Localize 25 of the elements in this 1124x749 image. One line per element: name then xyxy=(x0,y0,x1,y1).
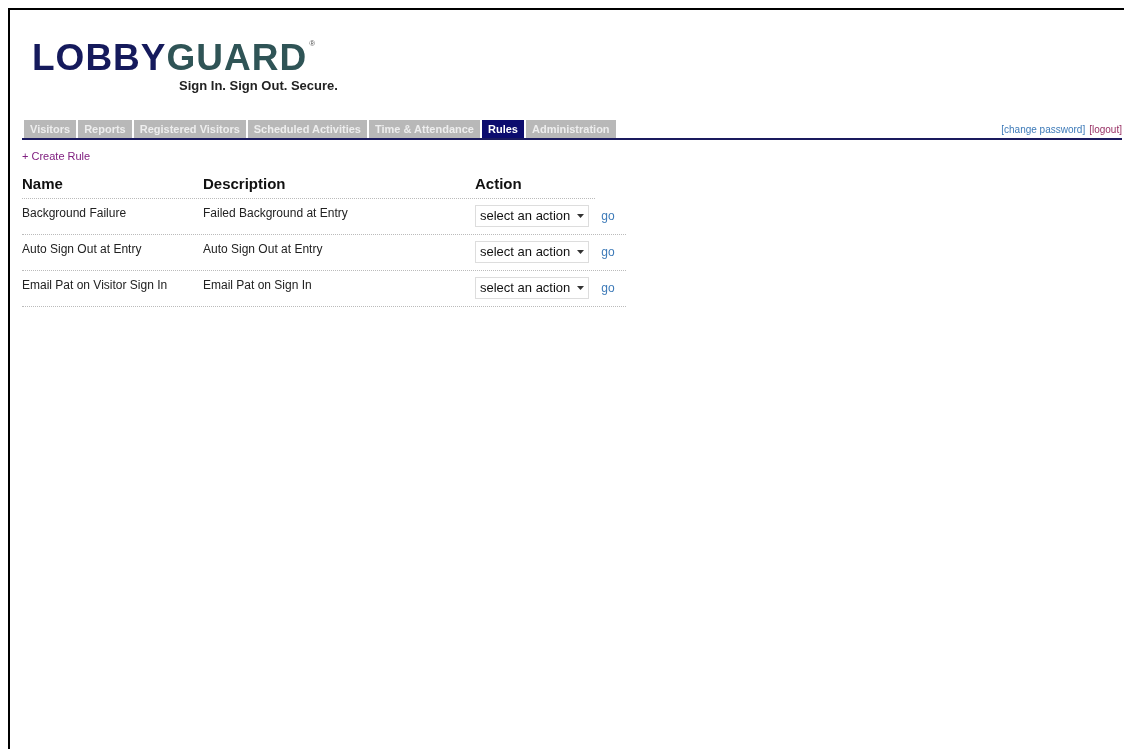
tagline: Sign In. Sign Out. Secure. xyxy=(179,78,339,94)
go-link[interactable]: go xyxy=(601,243,615,261)
table-cell-text: Background Failure xyxy=(22,205,128,222)
go-link[interactable]: go xyxy=(601,207,615,225)
column-header: Description xyxy=(203,173,287,194)
nav-tab[interactable]: Rules xyxy=(482,120,524,138)
registered-mark: ® xyxy=(309,38,316,50)
action-dropdown[interactable]: select an action xyxy=(475,277,590,299)
caret-icon xyxy=(577,286,585,290)
column-header: Action xyxy=(475,173,522,194)
caret-icon xyxy=(577,250,585,254)
create-rule-link[interactable]: + Create Rule xyxy=(22,148,1124,165)
change-password-link[interactable]: [change password] xyxy=(1001,122,1086,137)
caret-icon xyxy=(577,214,585,218)
go-link[interactable]: go xyxy=(601,279,615,297)
table-cell-text: Email Pat on Sign In xyxy=(203,277,313,294)
action-dropdown[interactable]: select an action xyxy=(475,241,590,263)
action-dropdown[interactable]: select an action xyxy=(475,205,590,227)
table-cell-text: Failed Background at Entry xyxy=(203,205,349,222)
logout-link[interactable]: [logout] xyxy=(1089,122,1122,137)
column-header: Name xyxy=(22,173,64,194)
table-cell-text: Auto Sign Out at Entry xyxy=(22,241,143,258)
logo-wordmark: LOBBYGUARD xyxy=(32,38,308,78)
table-cell-text: Auto Sign Out at Entry xyxy=(203,241,324,258)
table-cell-text: Email Pat on Visitor Sign In xyxy=(22,277,169,294)
